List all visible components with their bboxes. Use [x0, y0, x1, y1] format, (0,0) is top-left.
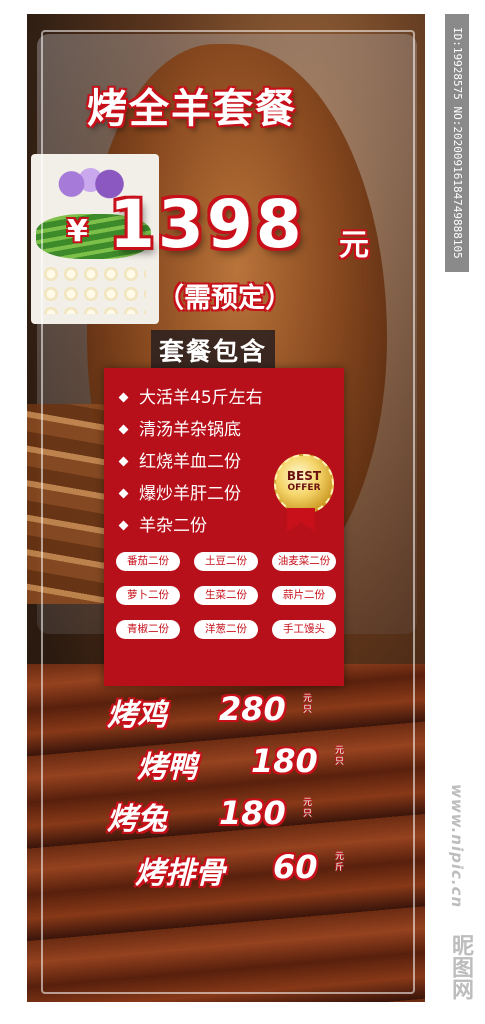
poster-title: 烤全羊套餐 [87, 85, 297, 132]
item-label: 大活羊45斤左右 [139, 388, 263, 408]
side-dish-tag: 土豆二份 [194, 552, 258, 571]
package-price: 1398 [109, 186, 305, 263]
site-watermark: www.nipic.cn [448, 784, 466, 909]
menu-item-name: 烤鸭 [137, 750, 197, 785]
diamond-bullet-icon [118, 456, 129, 466]
item-label: 爆炒羊肝二份 [139, 484, 241, 504]
menu-item-price: 60 [273, 848, 318, 886]
currency-symbol: ¥ [67, 214, 88, 249]
side-dish-tag: 蒜片二份 [272, 586, 336, 605]
side-dish-tag: 手工馒头 [272, 620, 336, 639]
diamond-bullet-icon [118, 488, 129, 498]
list-item: 大活羊45斤左右 [118, 384, 263, 416]
price-unit: 元 [339, 228, 369, 263]
side-dish-tag: 生菜二份 [194, 586, 258, 605]
side-dish-tags: 番茄二份 土豆二份 油麦菜二份 萝卜二份 生菜二份 蒜片二份 青椒二份 洋葱二份… [116, 552, 336, 639]
best-offer-badge-icon: BEST OFFER [274, 454, 334, 514]
brand-watermark: 昵图网 [448, 934, 473, 1000]
menu-item-price: 180 [251, 742, 318, 780]
item-label: 红烧羊血二份 [139, 452, 241, 472]
package-includes-label: 套餐包含 [151, 330, 276, 370]
menu-poster: 烤全羊套餐 ¥ 1398 元 （需预定） 套餐包含 大活羊45斤左右 清汤羊杂锅… [27, 14, 425, 1002]
menu-item-unit: 元斤 [335, 852, 345, 873]
diamond-bullet-icon [118, 520, 129, 530]
menu-item-name: 烤兔 [107, 802, 167, 837]
menu-item-unit: 元只 [303, 798, 313, 819]
image-id-watermark: ID:19928575 NO:20200916184749888105 [445, 14, 469, 272]
list-item: 红烧羊血二份 [118, 448, 263, 480]
price-row: ¥ 1398 元 [67, 186, 397, 272]
reservation-note: （需预定） [157, 283, 292, 314]
menu-item-price: 280 [219, 690, 286, 728]
side-dish-tag: 萝卜二份 [116, 586, 180, 605]
menu-item-price: 180 [219, 794, 286, 832]
side-dish-tag: 番茄二份 [116, 552, 180, 571]
side-dish-tag: 洋葱二份 [194, 620, 258, 639]
diamond-bullet-icon [118, 392, 129, 402]
menu-item-name: 烤鸡 [107, 698, 167, 733]
list-item: 羊杂二份 [118, 512, 263, 544]
badge-line2: OFFER [287, 483, 321, 493]
side-dish-tag: 青椒二份 [116, 620, 180, 639]
diamond-bullet-icon [118, 424, 129, 434]
menu-item-unit: 元只 [335, 746, 345, 767]
list-item: 清汤羊杂锅底 [118, 416, 263, 448]
badge-ribbon-icon [287, 508, 315, 532]
menu-item-unit: 元只 [303, 694, 313, 715]
package-item-list: 大活羊45斤左右 清汤羊杂锅底 红烧羊血二份 爆炒羊肝二份 羊杂二份 [118, 384, 263, 544]
package-contents-box: 大活羊45斤左右 清汤羊杂锅底 红烧羊血二份 爆炒羊肝二份 羊杂二份 BEST … [104, 368, 344, 686]
badge-line1: BEST [286, 469, 322, 483]
menu-item-name: 烤排骨 [135, 856, 225, 891]
side-dish-tag: 油麦菜二份 [272, 552, 336, 571]
item-label: 羊杂二份 [139, 516, 207, 536]
item-label: 清汤羊杂锅底 [139, 420, 241, 440]
list-item: 爆炒羊肝二份 [118, 480, 263, 512]
